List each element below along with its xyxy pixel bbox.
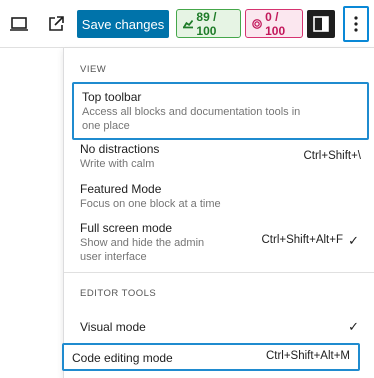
menu-item-label: Visual mode [80, 320, 146, 334]
menu-divider [64, 272, 374, 273]
menu-item-description: Write with calm [80, 158, 155, 170]
menu-item-shortcut: Ctrl+Shift+\ [303, 150, 361, 162]
options-menu-button[interactable] [343, 6, 369, 42]
device-preview-button[interactable] [7, 12, 31, 36]
menu-item-label: Featured Mode [80, 182, 162, 196]
seo-score-value: 0 / 100 [265, 9, 286, 38]
options-dropdown-menu: VIEW Top toolbar Access all blocks and d… [62, 48, 374, 378]
more-vertical-icon [354, 16, 358, 32]
check-icon: ✓ [348, 319, 359, 334]
menu-item-shortcut: Ctrl+Shift+Alt+M [265, 350, 350, 362]
sidebar-icon [313, 16, 329, 32]
menu-item-description: Access all blocks and documentation tool… [82, 106, 301, 132]
view-group-label: VIEW [80, 64, 107, 75]
seo-score-badge[interactable]: 0 / 100 [245, 9, 303, 38]
performance-score-value: 89 / 100 [196, 9, 217, 38]
seo-target-icon [252, 18, 262, 29]
menu-item-label: Top toolbar [82, 90, 142, 104]
menu-item-featured-mode[interactable]: Featured Mode Focus on one block at a ti… [72, 176, 369, 216]
view-post-button[interactable] [44, 12, 68, 36]
menu-item-full-screen-mode[interactable]: Full screen mode Show and hide the admin… [72, 215, 369, 269]
laptop-icon [10, 17, 28, 31]
menu-item-no-distractions[interactable]: No distractions Write with calm Ctrl+Shi… [72, 136, 369, 176]
settings-sidebar-toggle[interactable] [307, 10, 335, 38]
menu-item-description: Show and hide the admin user interface [80, 237, 205, 263]
performance-icon [183, 19, 194, 28]
save-button[interactable]: Save changes [77, 10, 169, 38]
editor-tools-group-label: EDITOR TOOLS [80, 288, 157, 299]
editor-header: Save changes 89 / 100 0 / 100 [0, 0, 374, 48]
performance-score-badge[interactable]: 89 / 100 [176, 9, 241, 38]
menu-item-description: Focus on one block at a time [80, 198, 221, 210]
menu-item-code-editing-mode[interactable]: Code editing mode Ctrl+Shift+Alt+M [62, 343, 360, 371]
menu-item-visual-mode[interactable]: Visual mode ✓ [72, 314, 369, 340]
menu-item-shortcut: Ctrl+Shift+Alt+F [261, 234, 344, 246]
check-icon: ✓ [348, 233, 359, 248]
menu-item-top-toolbar[interactable]: Top toolbar Access all blocks and docume… [72, 82, 369, 140]
external-link-icon [49, 16, 64, 31]
